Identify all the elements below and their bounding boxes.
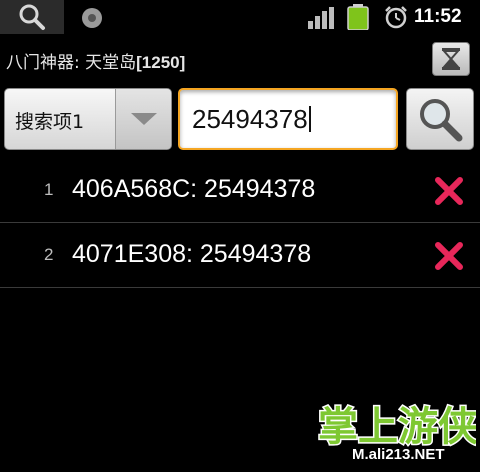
delete-icon[interactable] [434, 241, 464, 271]
battery-icon [347, 4, 369, 30]
notification-icon [82, 8, 102, 28]
search-type-label: 搜索项1 [15, 111, 85, 133]
list-item[interactable]: 1 406A568C: 25494378 [0, 158, 480, 223]
results-list: 1 406A568C: 25494378 2 4071E308: 2549437… [0, 158, 480, 288]
search-type-select[interactable]: 搜索项1 [4, 88, 172, 150]
result-index: 2 [44, 245, 54, 264]
signal-icon [308, 7, 334, 29]
status-bar: 11:52 [0, 0, 480, 36]
search-row: 搜索项1 25494378 [0, 84, 480, 154]
search-button[interactable] [406, 88, 474, 150]
search-value-input[interactable]: 25494378 [178, 88, 398, 150]
alarm-icon [385, 6, 407, 29]
title-bar: 八门神器: 天堂岛[1250] [0, 36, 480, 82]
list-item[interactable]: 2 4071E308: 25494378 [0, 223, 480, 288]
hourglass-icon [441, 48, 461, 70]
result-count: [1250] [136, 53, 186, 72]
search-icon [420, 99, 463, 142]
dropdown-arrow-icon[interactable] [116, 89, 171, 149]
svg-text:掌上游侠: 掌上游侠 [318, 404, 476, 450]
result-entry: 4071E308: 25494378 [72, 240, 312, 268]
status-clock: 11:52 [414, 6, 462, 27]
delete-icon[interactable] [434, 176, 464, 206]
hourglass-button[interactable] [432, 42, 470, 76]
result-index: 1 [44, 180, 54, 199]
search-value-text: 25494378 [192, 104, 308, 134]
watermark-site: M.ali213.NET [352, 446, 445, 463]
text-caret [308, 106, 311, 132]
app-title-text: 八门神器: 天堂岛 [6, 53, 137, 73]
notification-search-icon[interactable] [0, 0, 64, 34]
page-title: 八门神器: 天堂岛[1250] [6, 48, 185, 73]
result-entry: 406A568C: 25494378 [72, 175, 316, 203]
